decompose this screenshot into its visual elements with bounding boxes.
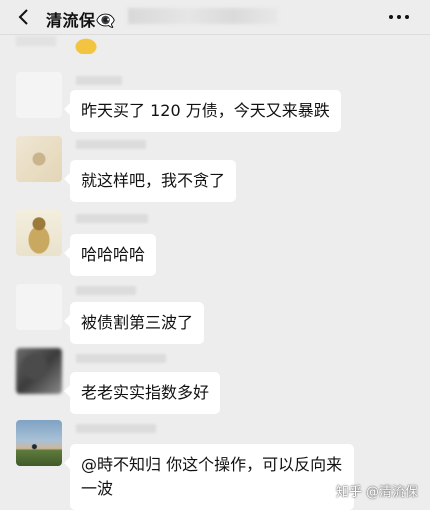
title-redaction-blur bbox=[128, 8, 278, 24]
back-chevron-icon[interactable] bbox=[14, 7, 34, 27]
message-bubble[interactable]: 昨天买了 120 万债，今天又来暴跌 bbox=[64, 90, 341, 132]
chat-title: 清流保👁‍🗨 bbox=[46, 11, 116, 30]
avatar[interactable] bbox=[16, 348, 62, 394]
avatar[interactable] bbox=[16, 136, 62, 182]
avatar[interactable] bbox=[16, 284, 62, 330]
sender-name-blur bbox=[76, 214, 148, 223]
avatar[interactable] bbox=[16, 420, 62, 466]
sticker-emoji-partial bbox=[72, 36, 100, 54]
avatar[interactable] bbox=[16, 72, 62, 118]
message-bubble[interactable]: 哈哈哈哈 bbox=[63, 234, 157, 276]
message-bubble[interactable]: 就这样吧，我不贪了 bbox=[63, 160, 237, 202]
sender-name-blur bbox=[76, 140, 146, 149]
more-dots-icon[interactable] bbox=[388, 10, 410, 24]
message-bubble[interactable]: 被债割第三波了 bbox=[63, 302, 205, 344]
message-bubble[interactable]: 老老实实指数多好 bbox=[63, 372, 221, 414]
sender-name-blur bbox=[76, 76, 122, 85]
watermark: 知乎 @清流保 bbox=[335, 485, 418, 500]
message-bubble[interactable]: @時不知归 你这个操作，可以反向来一波 bbox=[64, 444, 354, 510]
avatar[interactable] bbox=[16, 210, 62, 256]
previous-avatar-partial bbox=[16, 36, 56, 46]
sender-name-blur bbox=[76, 286, 136, 295]
sender-name-blur bbox=[76, 424, 156, 433]
sender-name-blur bbox=[76, 354, 166, 363]
chat-header: 清流保👁‍🗨 bbox=[0, 0, 430, 35]
